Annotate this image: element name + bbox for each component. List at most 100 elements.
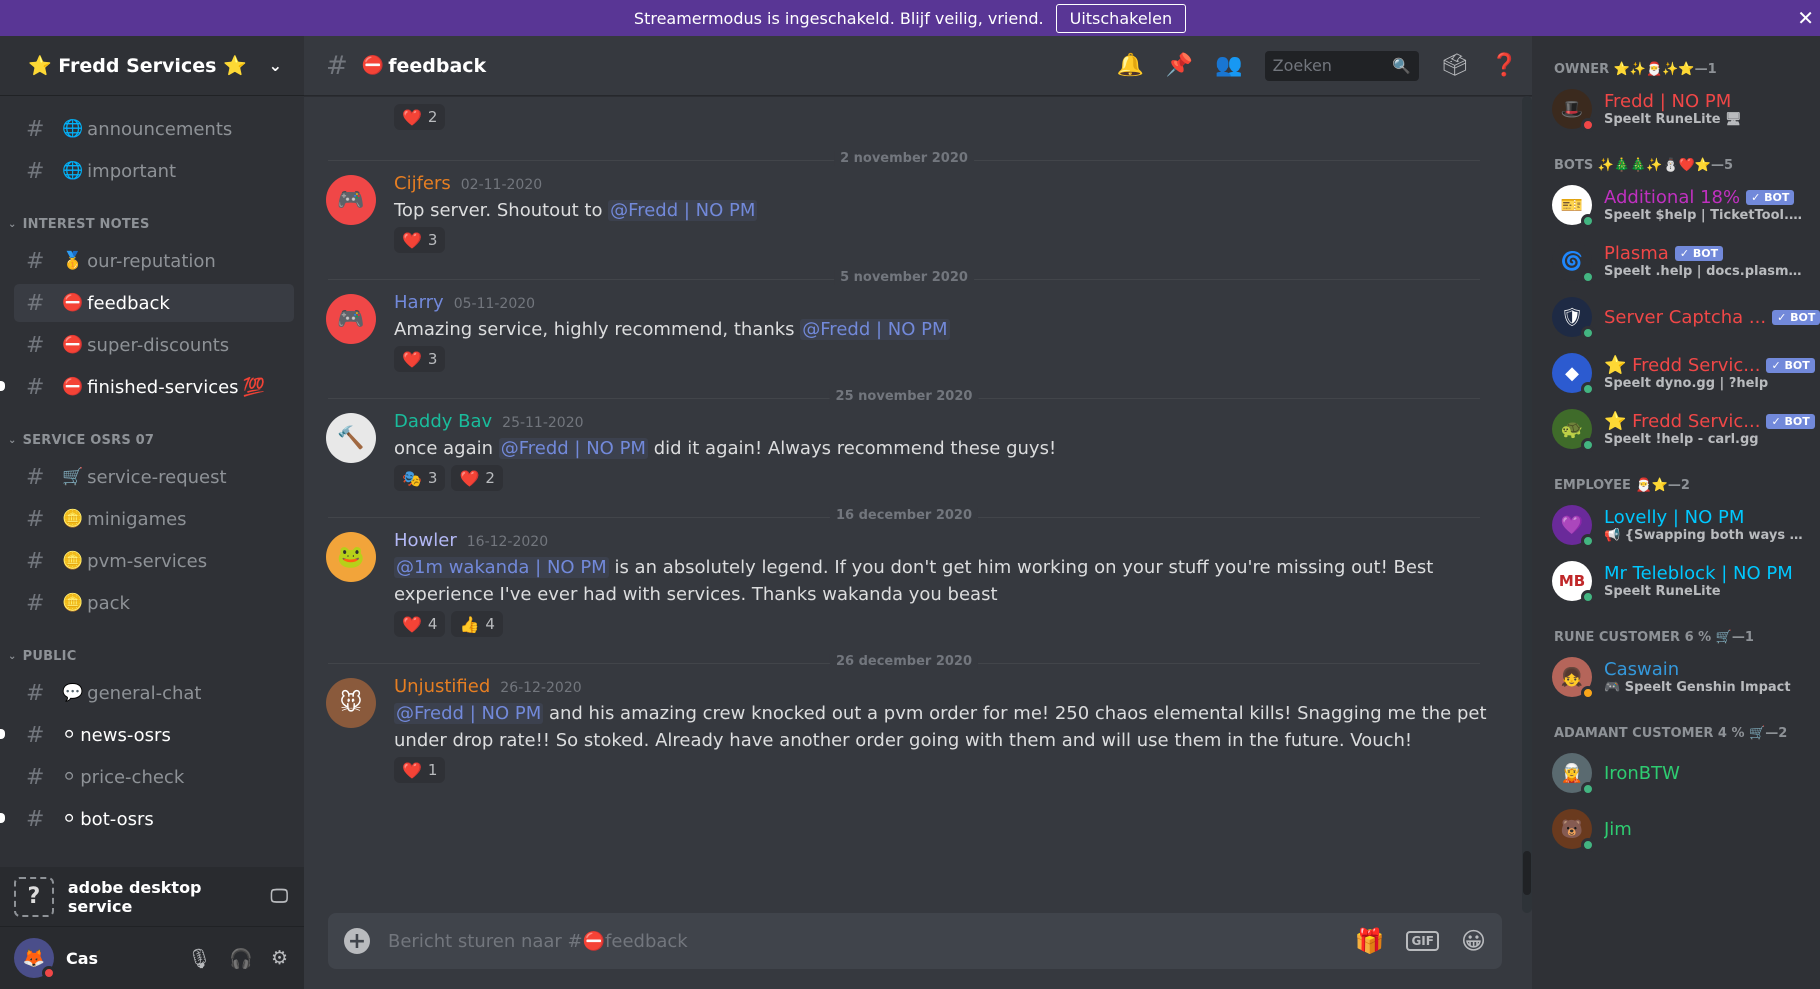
channel-item[interactable]: # 🛒 service-request (14, 458, 294, 496)
channel-label: pack (87, 592, 130, 614)
member-item[interactable]: 🐢 ⭐ Fredd Servic... ✓ BOT Speelt !help - ca… (1532, 402, 1820, 456)
reaction[interactable]: ❤️ 3 (394, 227, 446, 253)
member-item[interactable]: ◆ ⭐ Fredd Servic... ✓ BOT Speelt dyno.gg | … (1532, 346, 1820, 400)
help-icon[interactable]: ❓ (1491, 53, 1518, 78)
mention[interactable]: @Fredd | NO PM (800, 319, 950, 340)
channel-item[interactable]: # 🪙 pack (14, 584, 294, 622)
member-item[interactable]: 🎫 Additional 18% ✓ BOT Speelt $help | Ticke… (1532, 178, 1820, 232)
member-activity: Speelt !help - carl.gg (1604, 432, 1759, 447)
channel-item[interactable]: # 🌐 announcements (14, 110, 294, 148)
avatar[interactable]: 🔨 (326, 413, 376, 463)
member-item[interactable]: 🐻 Jim (1532, 802, 1820, 856)
disable-streamer-mode-button[interactable]: Uitschakelen (1055, 3, 1187, 33)
deafen-icon[interactable]: 🎧 (229, 947, 253, 970)
avatar[interactable]: 🦊 (14, 938, 56, 980)
message-text: and his amazing crew knocked out a pvm o… (394, 703, 1487, 751)
member-item[interactable]: 👧 Caswain 🎮 Speelt Genshin Impact (1532, 650, 1820, 704)
reaction[interactable]: ❤️ 1 (394, 757, 446, 783)
bell-icon[interactable]: 🔔 (1116, 53, 1143, 78)
reaction[interactable]: 🎭 3 (394, 465, 446, 491)
channel-item[interactable]: # 🥇 our-reputation (14, 242, 294, 280)
hash-icon: # (26, 158, 45, 184)
channel-item[interactable]: # 🌐 important (14, 152, 294, 190)
members-icon[interactable]: 👥 (1215, 53, 1242, 78)
member-name: Additional 18% ✓ BOT (1604, 187, 1804, 208)
channel-item[interactable]: # ⚪ bot-osrs (0, 800, 294, 838)
member-info: Jim (1604, 819, 1632, 840)
avatar[interactable]: 🐭 (326, 678, 376, 728)
reactions: ❤️ 4 👍 4 (394, 611, 1502, 637)
member-activity: Speelt $help | TicketTool.xyz | ... (1604, 208, 1804, 223)
channel-item[interactable]: # ⚪ price-check (14, 758, 294, 796)
avatar[interactable]: 🎮 (326, 294, 376, 344)
gift-icon[interactable]: 🎁 (1355, 927, 1385, 955)
channel-category[interactable]: ⌄ PUBLIC (8, 642, 304, 670)
mute-icon[interactable]: 🎙 (187, 947, 211, 970)
member-info: Mr Teleblock | NO PM Speelt RuneLite (1604, 563, 1793, 599)
member-item[interactable]: MB Mr Teleblock | NO PM Speelt RuneLite (1532, 554, 1820, 608)
channel-emoji: ⛔ (62, 335, 84, 355)
upload-plus-icon[interactable]: + (344, 928, 370, 954)
message-text: did it again! Always recommend these guy… (647, 438, 1057, 459)
channel-item[interactable]: # 💬 general-chat (14, 674, 294, 712)
mention[interactable]: @Fredd | NO PM (608, 200, 758, 221)
inbox-icon[interactable]: 🗳 (1441, 53, 1469, 78)
reaction[interactable]: ❤️ 3 (394, 346, 446, 372)
close-icon[interactable]: ✕ (1797, 6, 1814, 30)
scrollbar[interactable] (1522, 96, 1532, 913)
mention[interactable]: @Fredd | NO PM (498, 438, 648, 459)
guild-header[interactable]: ⭐ Fredd Services ⭐ ⌄ (0, 36, 304, 96)
banner-text: Streamermodus is ingeschakeld. Blijf vei… (633, 8, 1044, 28)
channel-item[interactable]: # 🪙 pvm-services (14, 542, 294, 580)
avatar[interactable]: 🎮 (326, 175, 376, 225)
member-list: OWNER ⭐✨🎅✨⭐—1 🎩 Fredd | NO PM Speelt RuneLi… (1532, 36, 1820, 989)
author-name[interactable]: Daddy Bav (394, 411, 492, 432)
channel-item-partial[interactable] (14, 96, 294, 106)
channel-item[interactable]: # ⚪ news-osrs (0, 716, 294, 754)
channel-label: general-chat (87, 682, 202, 704)
reaction[interactable]: 👍 4 (451, 611, 503, 637)
channel-emoji: ⛔ (361, 55, 385, 76)
member-category: RUNE CUSTOMER 6 % 🛒—1 (1554, 630, 1754, 645)
member-category: BOTS ✨🎄🎄✨⛄❤️⭐—5 (1554, 158, 1734, 173)
reaction[interactable]: ❤️ 2 (394, 104, 446, 130)
member-item[interactable]: 💜 Lovelly | NO PM 📢 {Swapping both ways & … (1532, 498, 1820, 552)
member-name-text: Jim (1604, 818, 1632, 840)
member-info: ⭐ Fredd Servic... ✓ BOT Speelt dyno.gg | ?… (1604, 355, 1815, 391)
author-name[interactable]: Harry (394, 292, 444, 313)
channel-emoji: 🪙 (62, 593, 84, 613)
channel-emoji: 💬 (62, 683, 84, 703)
channel-item[interactable]: # ⛔ super-discounts (14, 326, 294, 364)
member-item[interactable]: 🎩 Fredd | NO PM Speelt RuneLite 🖥 (1532, 82, 1820, 136)
gif-icon[interactable]: GIF (1406, 931, 1439, 951)
avatar[interactable]: 🐸 (326, 532, 376, 582)
channel-label: news-osrs (80, 724, 171, 746)
reactions: ❤️ 2 (394, 104, 1502, 130)
pin-icon[interactable]: 📌 (1166, 53, 1193, 78)
channel-category[interactable]: ⌄ SERVICE OSRS 07 (8, 426, 304, 454)
member-item[interactable]: 🛡 Server Captcha ... ✓ BOT (1532, 290, 1820, 344)
author-name[interactable]: Howler (394, 530, 457, 551)
channel-category[interactable]: ⌄ INTEREST NOTES (8, 210, 304, 238)
member-item[interactable]: 🌀 Plasma ✓ BOT Speelt .help | docs.plasmabo… (1532, 234, 1820, 288)
screen-share-icon[interactable]: 🖵 (271, 886, 288, 907)
channel-item[interactable]: # 🪙 minigames (14, 500, 294, 538)
status-indicator (1581, 534, 1595, 548)
mention[interactable]: @Fredd | NO PM (394, 703, 544, 724)
emoji-icon[interactable]: 😀 (1461, 927, 1486, 955)
mention[interactable]: @1m wakanda | NO PM (394, 557, 609, 578)
search-input[interactable]: Zoeken 🔍 (1264, 50, 1419, 81)
author-name[interactable]: Unjustified (394, 676, 490, 697)
member-info: IronBTW (1604, 763, 1680, 784)
member-name: Mr Teleblock | NO PM (1604, 563, 1793, 584)
reaction[interactable]: ❤️ 4 (394, 611, 446, 637)
message-composer[interactable]: + Bericht sturen naar #⛔feedback 🎁 GIF 😀 (328, 913, 1502, 969)
member-activity: Speelt RuneLite (1604, 584, 1721, 599)
gear-icon[interactable]: ⚙ (271, 947, 288, 970)
member-item[interactable]: 🧝 IronBTW (1532, 746, 1820, 800)
author-name[interactable]: Cijfers (394, 173, 451, 194)
channel-label: super-discounts (87, 334, 230, 356)
reaction[interactable]: ❤️ 2 (451, 465, 503, 491)
channel-item[interactable]: # ⛔ finished-services 💯 (0, 368, 294, 406)
channel-item[interactable]: # ⛔ feedback (14, 284, 294, 322)
